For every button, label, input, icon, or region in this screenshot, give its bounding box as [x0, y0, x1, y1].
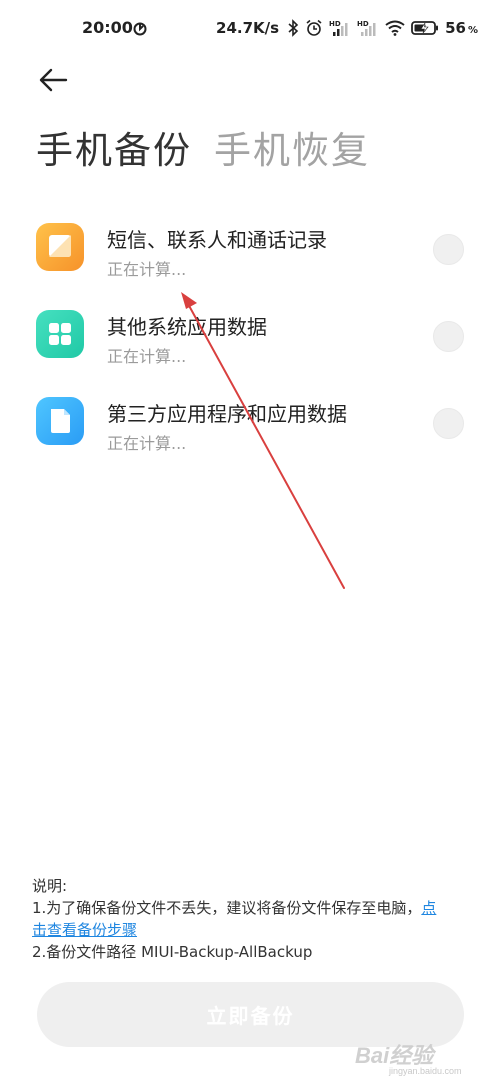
arrow-left-icon [39, 68, 68, 92]
notes-section: 说明: 1.为了确保备份文件不丢失，建议将备份文件保存至电脑，点 击查看备份步骤… [32, 875, 477, 963]
item-checkbox[interactable] [433, 408, 464, 439]
note-text: 1.为了确保备份文件不丢失，建议将备份文件保存至电脑， [32, 899, 422, 917]
net-speed: 24.7K/s [216, 19, 280, 37]
note-line-2: 2.备份文件路径 MIUI-Backup-AllBackup [32, 943, 313, 961]
tab-phone-restore[interactable]: 手机恢复 [214, 120, 370, 174]
svg-text:HD: HD [357, 20, 369, 28]
item-title: 其他系统应用数据 [107, 315, 267, 339]
watermark: Bai经验 jingyan.baidu.com [355, 1028, 480, 1078]
battery-unit: % [467, 24, 478, 36]
tab-phone-backup[interactable]: 手机备份 [36, 120, 192, 174]
list-item-third-party-apps[interactable]: 第三方应用程序和应用数据 正在计算... [0, 380, 500, 467]
note-line-1: 1.为了确保备份文件不丢失，建议将备份文件保存至电脑，点 [32, 897, 477, 919]
note-line-1-cont: 击查看备份步骤 [32, 919, 477, 941]
watermark-url: jingyan.baidu.com [389, 1066, 462, 1076]
list-item-system-app-data[interactable]: 其他系统应用数据 正在计算... [0, 293, 500, 380]
apps-grid-icon [36, 310, 84, 358]
item-status: 正在计算... [107, 434, 187, 453]
notes-heading: 说明: [32, 877, 68, 895]
alarm-icon [306, 19, 322, 36]
wifi-icon [385, 20, 405, 36]
status-right: 24.7K/s HD HD 56 % [216, 16, 478, 40]
timer-icon [133, 22, 147, 36]
item-title: 第三方应用程序和应用数据 [107, 402, 347, 426]
item-checkbox[interactable] [433, 234, 464, 265]
battery-level: 56 [445, 19, 466, 37]
status-time: 20:00 [82, 18, 133, 37]
hd-signal-icon: HD [357, 20, 376, 36]
item-status: 正在计算... [107, 260, 187, 279]
item-status: 正在计算... [107, 347, 187, 366]
sms-icon [36, 223, 84, 271]
backup-restore-tabs: 手机备份 手机恢复 [36, 120, 370, 174]
view-backup-steps-link[interactable]: 点 [421, 899, 436, 917]
backup-item-list: 短信、联系人和通话记录 正在计算... 其他系统应用数据 正在计算... 第三方… [0, 206, 500, 467]
item-title: 短信、联系人和通话记录 [107, 228, 327, 252]
item-checkbox[interactable] [433, 321, 464, 352]
battery-charging-icon [411, 21, 439, 35]
view-backup-steps-link[interactable]: 击查看备份步骤 [32, 921, 137, 939]
list-item-sms-contacts-calls[interactable]: 短信、联系人和通话记录 正在计算... [0, 206, 500, 293]
svg-text:HD: HD [329, 20, 341, 28]
status-bar: 20:00 24.7K/s HD HD 56 % [0, 0, 500, 56]
bluetooth-icon [288, 19, 299, 37]
hd-signal-icon: HD [329, 20, 348, 36]
document-icon [36, 397, 84, 445]
back-button[interactable] [34, 64, 74, 96]
